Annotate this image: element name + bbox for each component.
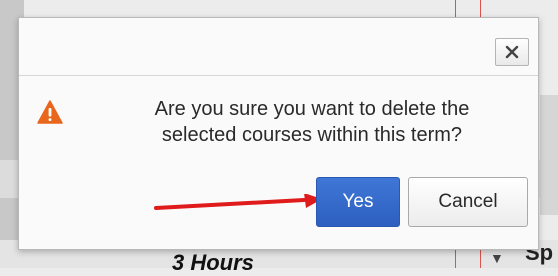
confirm-delete-dialog: Are you sure you want to delete the sele… bbox=[18, 17, 539, 250]
dropdown-caret-icon[interactable]: ▼ bbox=[490, 250, 504, 266]
close-button[interactable] bbox=[495, 38, 529, 66]
red-arrow-annotation bbox=[154, 194, 322, 210]
cancel-button[interactable]: Cancel bbox=[408, 177, 528, 227]
close-icon bbox=[505, 45, 519, 59]
warning-icon bbox=[37, 100, 63, 124]
yes-button[interactable]: Yes bbox=[316, 177, 400, 227]
background-panel bbox=[540, 95, 558, 215]
background-hours-text: 3 Hours bbox=[172, 250, 254, 275]
dialog-message: Are you sure you want to delete the sele… bbox=[154, 98, 470, 146]
dialog-divider bbox=[19, 75, 538, 76]
